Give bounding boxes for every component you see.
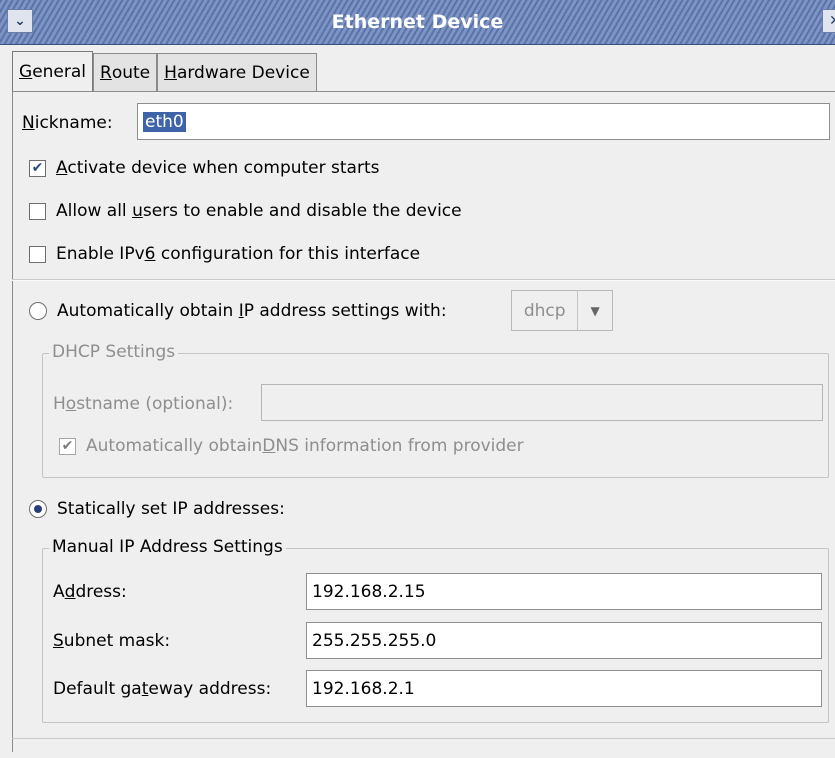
gateway-field[interactable]: 192.168.2.1 (306, 670, 822, 707)
tab-route-label: oute (111, 62, 151, 83)
title-bar[interactable]: ⌄ Ethernet Device ✕ (0, 0, 835, 45)
enable-ipv6-checkbox[interactable]: Enable IPv6 configuration for this inter… (29, 241, 420, 267)
auto-dns-accel: D (262, 436, 276, 456)
gateway-accel: t (141, 679, 149, 699)
checkbox-checked-icon: ✔ (59, 437, 76, 455)
allow-users-checkbox[interactable]: Allow all users to enable and disable th… (29, 198, 462, 224)
ipv6-post: configuration for this interface (155, 244, 421, 264)
nickname-label-text: ickname: (34, 112, 113, 133)
checkbox-unchecked-icon (29, 202, 46, 220)
address-value: 192.168.2.15 (312, 581, 426, 602)
subnet-mask-value: 255.255.255.0 (312, 630, 437, 651)
auto-dns-post: NS information from provider (275, 436, 524, 456)
bottom-separator (12, 738, 835, 739)
nickname-accel: N (22, 112, 35, 133)
activate-text: ctivate device when computer starts (67, 158, 380, 178)
ip-protocol-value: dhcp (512, 291, 579, 330)
tab-route[interactable]: Route (93, 53, 158, 91)
checkbox-checked-icon: ✔ (29, 159, 46, 177)
activate-accel: A (56, 158, 68, 178)
radio-unselected-icon (29, 302, 47, 320)
hostname-accel: o (65, 394, 77, 414)
gateway-post: eway address: (148, 679, 272, 699)
gateway-label: Default ga t eway address: (53, 676, 271, 702)
auto-ip-label: Automatically obtain IP address settings… (57, 301, 447, 321)
static-ip-label: Statically set IP addresses: (57, 499, 285, 519)
tab-hardware-accel: H (164, 62, 177, 83)
nickname-label: Nickname: (22, 104, 113, 141)
ipv6-pre: Enable IPv (56, 244, 145, 264)
auto-ip-pre: Automatically obtain (57, 301, 239, 321)
separator (12, 279, 835, 281)
activate-on-boot-label: Activate device when computer starts (56, 158, 380, 178)
hostname-label: Ho stname (optional): (53, 391, 233, 417)
nickname-value: eth0 (143, 111, 186, 132)
subnet-mask-label: Subnet mask: (53, 628, 170, 654)
static-ip-radio[interactable]: Statically set IP addresses: (29, 496, 285, 522)
hostname-field[interactable] (261, 384, 823, 421)
allow-users-accel: u (132, 201, 143, 221)
address-field[interactable]: 192.168.2.15 (306, 573, 822, 610)
window-title: Ethernet Device (331, 11, 504, 33)
activate-on-boot-checkbox[interactable]: ✔ Activate device when computer starts (29, 155, 380, 181)
auto-dns-checkbox[interactable]: ✔ Automatically obtain D NS information f… (59, 433, 524, 459)
hostname-pre: H (53, 394, 66, 414)
auto-ip-radio[interactable]: Automatically obtain IP address settings… (29, 298, 447, 324)
close-icon: ✕ (829, 13, 835, 29)
checkbox-unchecked-icon (29, 245, 46, 263)
dhcp-settings-title: DHCP Settings (49, 342, 179, 362)
nickname-field[interactable]: eth0 (137, 103, 830, 140)
tab-bar: General Route Hardware Device (12, 51, 317, 93)
gateway-pre: Default ga (53, 679, 142, 699)
allow-users-post: sers to enable and disable the device (142, 201, 462, 221)
hostname-post: stname (optional): (76, 394, 234, 414)
address-post: dress: (75, 582, 127, 602)
tab-route-accel: R (100, 62, 112, 83)
tab-hardware-label: ardware Device (176, 62, 310, 83)
auto-dns-pre: Automatically obtain (86, 436, 263, 456)
dropdown-arrow-icon: ▼ (590, 303, 600, 318)
tab-hardware-device[interactable]: Hardware Device (157, 53, 317, 91)
radio-selected-icon (29, 500, 47, 518)
tab-general[interactable]: General (12, 51, 94, 91)
gateway-value: 192.168.2.1 (312, 678, 415, 699)
address-pre: A (53, 582, 65, 602)
enable-ipv6-label: Enable IPv6 configuration for this inter… (56, 244, 420, 264)
close-button[interactable]: ✕ (822, 9, 835, 33)
tab-general-accel: G (19, 61, 33, 82)
tab-general-label: eneral (32, 61, 87, 82)
subnet-mask-field[interactable]: 255.255.255.0 (306, 622, 822, 659)
ipv6-accel: 6 (144, 244, 156, 264)
manual-ip-title: Manual IP Address Settings (49, 537, 286, 557)
auto-ip-post: P address settings with: (243, 301, 447, 321)
ip-protocol-select[interactable]: dhcp ▼ (511, 290, 613, 331)
subnet-post: ubnet mask: (63, 631, 171, 651)
address-label: Ad dress: (53, 579, 127, 605)
allow-users-label: Allow all users to enable and disable th… (56, 201, 462, 221)
allow-users-pre: Allow all (56, 201, 133, 221)
address-accel: d (64, 582, 76, 602)
subnet-accel: S (53, 631, 64, 651)
